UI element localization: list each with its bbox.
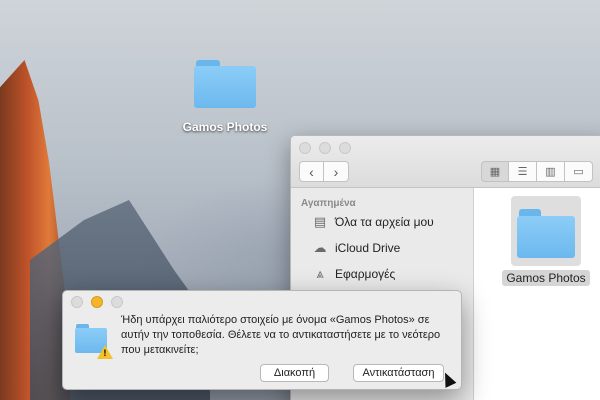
sidebar-item-label: Όλα τα αρχεία μου bbox=[335, 215, 434, 229]
dialog-zoom-button[interactable] bbox=[111, 296, 123, 308]
desktop-folder[interactable]: Gamos Photos bbox=[170, 58, 280, 134]
view-mode-switcher: ▦ ☰ ▥ ▭ bbox=[481, 161, 593, 182]
window-controls bbox=[299, 142, 351, 154]
folder-warning-icon: ! bbox=[75, 323, 113, 359]
folder-icon[interactable] bbox=[511, 196, 581, 266]
cloud-icon: ☁ bbox=[313, 240, 327, 256]
icon-view-button[interactable]: ▦ bbox=[481, 161, 509, 182]
sidebar-item-applications[interactable]: ⩓ Εφαρμογές bbox=[291, 261, 473, 287]
columns-icon: ▥ bbox=[545, 165, 556, 178]
zoom-button[interactable] bbox=[339, 142, 351, 154]
minimize-button[interactable] bbox=[319, 142, 331, 154]
desktop-folder-label: Gamos Photos bbox=[182, 120, 268, 134]
finder-toolbar: ‹ › ▦ ☰ ▥ ▭ bbox=[291, 136, 600, 188]
back-button[interactable]: ‹ bbox=[299, 161, 324, 182]
navigation-buttons: ‹ › bbox=[299, 161, 349, 182]
finder-content: Gamos Photos bbox=[475, 188, 600, 400]
grid-icon: ▦ bbox=[489, 165, 501, 178]
content-folder-item[interactable]: Gamos Photos bbox=[501, 196, 591, 287]
chevron-right-icon: › bbox=[333, 163, 339, 180]
sidebar-item-all-files[interactable]: ▤ Όλα τα αρχεία μου bbox=[291, 209, 473, 235]
replace-button[interactable]: Αντικατάσταση bbox=[353, 364, 444, 382]
content-folder-label: Gamos Photos bbox=[502, 270, 590, 286]
dialog-close-button[interactable] bbox=[71, 296, 83, 308]
cancel-button[interactable]: Διακοπή bbox=[260, 364, 329, 382]
chevron-left-icon: ‹ bbox=[309, 163, 314, 180]
list-view-button[interactable]: ☰ bbox=[509, 161, 537, 182]
sidebar-item-icloud-drive[interactable]: ☁ iCloud Drive bbox=[291, 235, 473, 261]
sidebar-section-title: Αγαπημένα bbox=[301, 198, 356, 209]
dialog-window-controls bbox=[71, 296, 123, 308]
all-files-icon: ▤ bbox=[313, 214, 327, 230]
applications-icon: ⩓ bbox=[316, 266, 324, 282]
forward-button[interactable]: › bbox=[324, 161, 349, 182]
folder-icon[interactable] bbox=[194, 58, 256, 108]
sidebar-item-label: iCloud Drive bbox=[335, 241, 401, 255]
cover-flow-icon: ▭ bbox=[573, 165, 584, 178]
replace-confirmation-dialog: ! Ήδη υπάρχει παλιότερο στοιχείο με όνομ… bbox=[62, 290, 462, 390]
list-icon: ☰ bbox=[517, 165, 528, 178]
close-button[interactable] bbox=[299, 142, 311, 154]
column-view-button[interactable]: ▥ bbox=[537, 161, 565, 182]
sidebar-item-label: Εφαρμογές bbox=[335, 267, 396, 281]
cover-flow-button[interactable]: ▭ bbox=[565, 161, 593, 182]
dialog-message: Ήδη υπάρχει παλιότερο στοιχείο με όνομα … bbox=[121, 314, 441, 356]
exclamation-icon: ! bbox=[102, 349, 107, 359]
dialog-minimize-button[interactable] bbox=[91, 296, 103, 308]
